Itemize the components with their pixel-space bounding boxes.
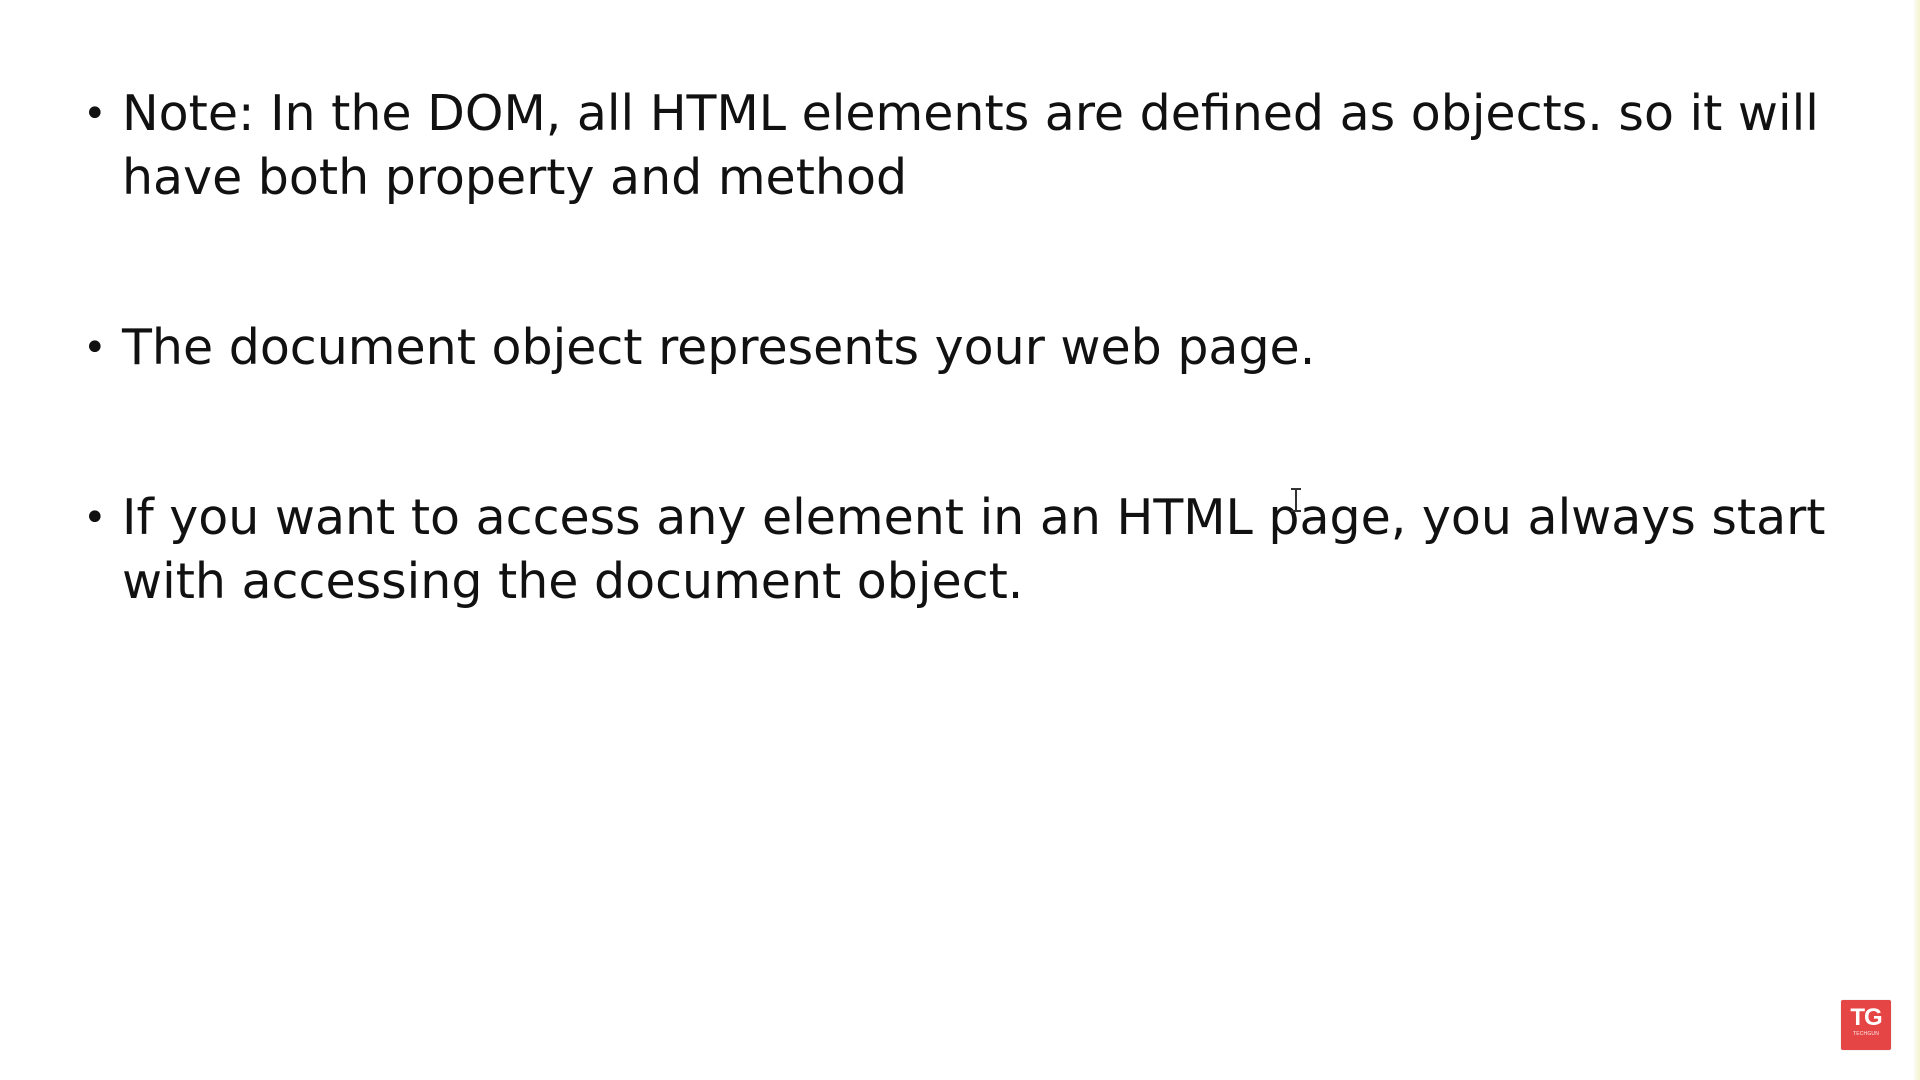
bullet-point-icon: • [83,495,107,541]
bullet-point-icon: • [83,325,107,371]
logo-mark: TG [1850,1004,1882,1031]
slide-edge-divider [1914,0,1920,1080]
bullet-list: • Note: In the DOM, all HTML elements ar… [80,82,1840,720]
i-beam-cursor-icon [1291,488,1301,512]
bullet-text: The document object represents your web … [122,319,1316,376]
presentation-slide: • Note: In the DOM, all HTML elements ar… [0,0,1920,1080]
bullet-item-dom-note: • Note: In the DOM, all HTML elements ar… [80,82,1840,210]
logo-subtext: TECHGUN [1852,1031,1880,1037]
bullet-point-icon: • [83,91,107,137]
bullet-item-access-element: • If you want to access any element in a… [80,486,1840,614]
techgun-logo: TG TECHGUN [1841,1000,1891,1050]
bullet-item-document-object: • The document object represents your we… [80,316,1840,380]
bullet-text: If you want to access any element in an … [122,489,1826,610]
bullet-text: Note: In the DOM, all HTML elements are … [122,85,1819,206]
